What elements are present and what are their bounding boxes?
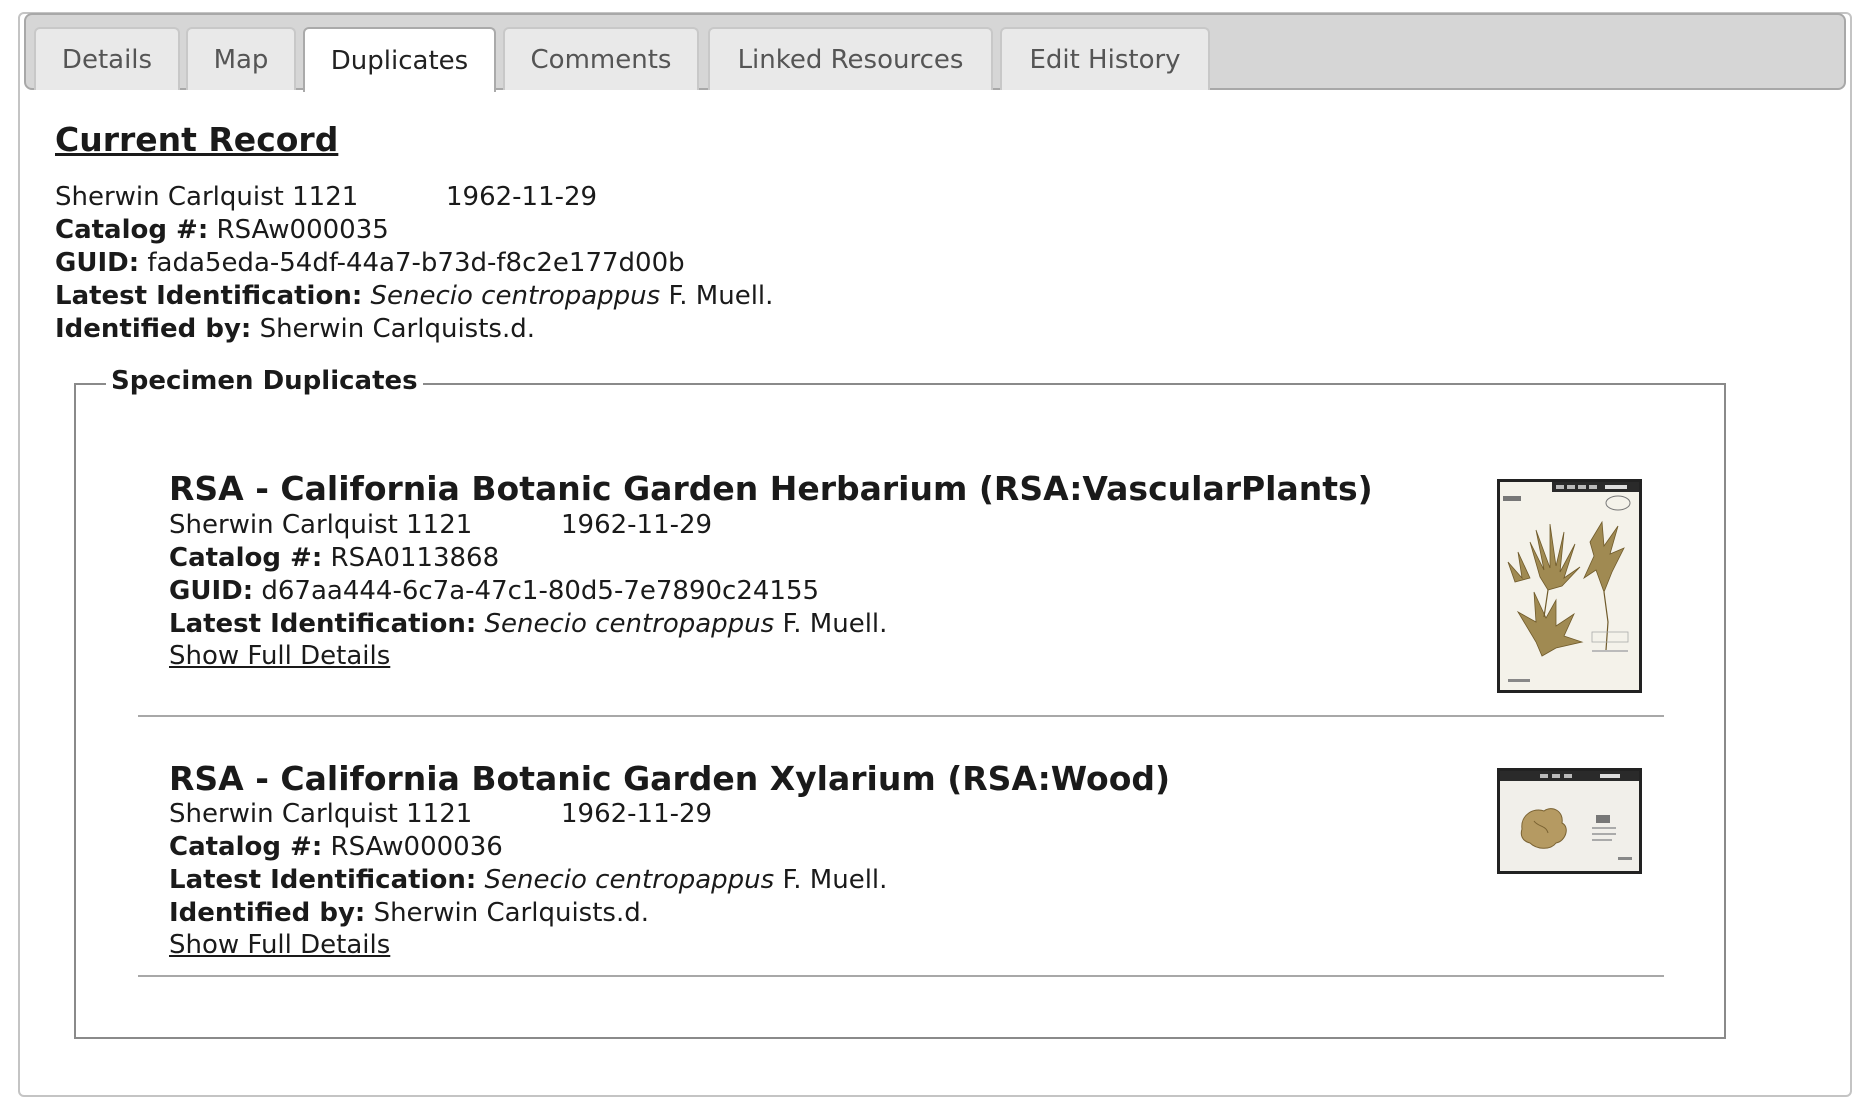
taxon-author: F. Muell.	[668, 281, 774, 311]
duplicate-catalog-row: Catalog #: RSA0113868	[169, 542, 499, 575]
duplicate-collector: Sherwin Carlquist 1121	[169, 510, 473, 540]
catalog-value: RSAw000036	[330, 832, 503, 862]
duplicate-divider	[138, 715, 1664, 717]
catalog-label: Catalog #:	[169, 543, 323, 573]
taxon-name: Senecio centropappus	[484, 609, 775, 639]
duplicate-date: 1962-11-29	[561, 510, 713, 540]
show-full-details-link[interactable]: Show Full Details	[169, 930, 390, 960]
current-collector: Sherwin Carlquist 1121	[55, 182, 359, 212]
identified-by-value: Sherwin Carlquists.d.	[373, 898, 649, 928]
herbarium-sheet-image	[1500, 482, 1639, 690]
current-latest-identification-row: Latest Identification: Senecio centropap…	[55, 280, 773, 313]
taxon-name: Senecio centropappus	[484, 865, 775, 895]
catalog-value: RSA0113868	[330, 543, 500, 573]
tab-comments[interactable]: Comments	[503, 27, 699, 90]
identified-by-label: Identified by:	[55, 314, 252, 344]
identified-by-label: Identified by:	[169, 898, 366, 928]
duplicate-collection-title: RSA - California Botanic Garden Xylarium…	[169, 759, 1171, 798]
guid-label: GUID:	[55, 248, 140, 278]
duplicate-guid-row: GUID: d67aa444-6c7a-47c1-80d5-7e7890c241…	[169, 575, 819, 608]
duplicate-divider	[138, 975, 1664, 977]
current-catalog-row: Catalog #: RSAw000035	[55, 214, 389, 247]
duplicate-date: 1962-11-29	[561, 799, 713, 829]
current-date: 1962-11-29	[446, 182, 598, 212]
catalog-label: Catalog #:	[169, 832, 323, 862]
current-identified-by-row: Identified by: Sherwin Carlquists.d.	[55, 313, 535, 346]
tab-linked-resources[interactable]: Linked Resources	[708, 27, 993, 90]
herbarium-specimen-thumbnail[interactable]	[1497, 479, 1642, 693]
wood-sample-image	[1500, 771, 1639, 871]
tab-map[interactable]: Map	[186, 27, 296, 90]
current-record-heading: Current Record	[55, 120, 339, 159]
duplicate-identified-by-row: Identified by: Sherwin Carlquists.d.	[169, 897, 649, 930]
xylarium-specimen-thumbnail[interactable]	[1497, 768, 1642, 874]
catalog-value: RSAw000035	[216, 215, 389, 245]
show-full-details-link[interactable]: Show Full Details	[169, 641, 390, 671]
tab-duplicates[interactable]: Duplicates	[303, 27, 496, 92]
duplicate-collector: Sherwin Carlquist 1121	[169, 799, 473, 829]
latest-identification-label: Latest Identification:	[169, 865, 477, 895]
duplicate-collection-title: RSA - California Botanic Garden Herbariu…	[169, 469, 1373, 508]
taxon-name: Senecio centropappus	[370, 281, 661, 311]
guid-label: GUID:	[169, 576, 254, 606]
duplicate-latest-identification-row: Latest Identification: Senecio centropap…	[169, 608, 887, 641]
identified-by-value: Sherwin Carlquists.d.	[259, 314, 535, 344]
taxon-author: F. Muell.	[782, 865, 888, 895]
specimen-duplicates-legend: Specimen Duplicates	[106, 366, 423, 396]
guid-value: d67aa444-6c7a-47c1-80d5-7e7890c24155	[261, 576, 820, 606]
catalog-label: Catalog #:	[55, 215, 209, 245]
latest-identification-label: Latest Identification:	[169, 609, 477, 639]
latest-identification-label: Latest Identification:	[55, 281, 363, 311]
current-guid-row: GUID: fada5eda-54df-44a7-b73d-f8c2e177d0…	[55, 247, 685, 280]
duplicate-catalog-row: Catalog #: RSAw000036	[169, 831, 503, 864]
duplicate-latest-identification-row: Latest Identification: Senecio centropap…	[169, 864, 887, 897]
guid-value: fada5eda-54df-44a7-b73d-f8c2e177d00b	[147, 248, 685, 278]
taxon-author: F. Muell.	[782, 609, 888, 639]
tab-edit-history[interactable]: Edit History	[1000, 27, 1210, 90]
tab-details[interactable]: Details	[34, 27, 180, 90]
